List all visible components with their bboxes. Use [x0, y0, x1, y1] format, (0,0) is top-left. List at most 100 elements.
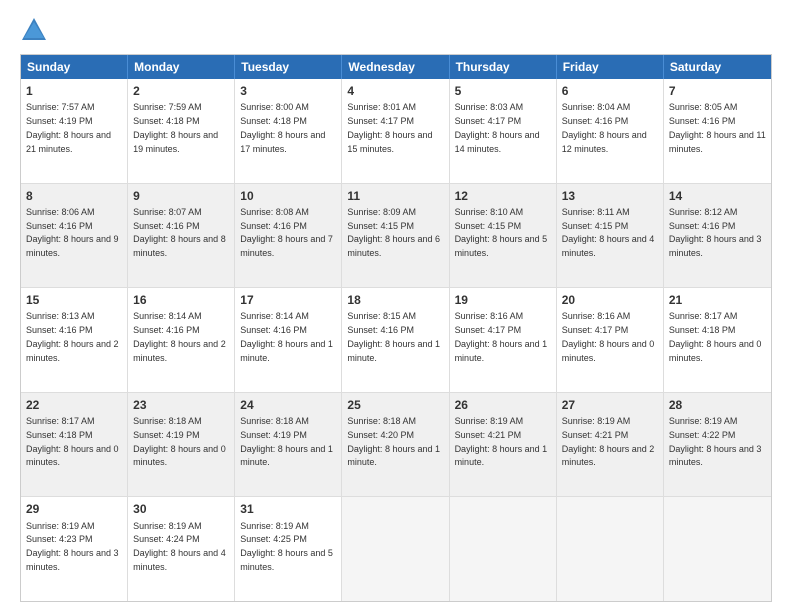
cell-info: Sunrise: 8:11 AMSunset: 4:15 PMDaylight:… — [562, 207, 655, 258]
cell-info: Sunrise: 8:08 AMSunset: 4:16 PMDaylight:… — [240, 207, 333, 258]
calendar-week: 29Sunrise: 8:19 AMSunset: 4:23 PMDayligh… — [21, 496, 771, 601]
calendar-cell: 1 Sunrise: 7:57 AMSunset: 4:19 PMDaylight… — [21, 79, 128, 183]
logo — [20, 16, 52, 44]
cell-info: Sunrise: 8:19 AMSunset: 4:24 PMDaylight:… — [133, 521, 226, 572]
day-number: 23 — [133, 397, 229, 413]
calendar-cell: 21 Sunrise: 8:17 AMSunset: 4:18 PMDayligh… — [664, 288, 771, 392]
cell-info: Sunrise: 8:15 AMSunset: 4:16 PMDaylight:… — [347, 311, 440, 362]
logo-icon — [20, 16, 48, 44]
day-number: 16 — [133, 292, 229, 308]
cell-info: Sunrise: 8:17 AMSunset: 4:18 PMDaylight:… — [26, 416, 119, 467]
day-number: 6 — [562, 83, 658, 99]
cell-info: Sunrise: 8:16 AMSunset: 4:17 PMDaylight:… — [455, 311, 548, 362]
day-number: 2 — [133, 83, 229, 99]
cell-info: Sunrise: 8:06 AMSunset: 4:16 PMDaylight:… — [26, 207, 119, 258]
day-number: 3 — [240, 83, 336, 99]
calendar-cell: 6 Sunrise: 8:04 AMSunset: 4:16 PMDaylight… — [557, 79, 664, 183]
cell-info: Sunrise: 8:14 AMSunset: 4:16 PMDaylight:… — [133, 311, 226, 362]
day-number: 5 — [455, 83, 551, 99]
day-number: 7 — [669, 83, 766, 99]
cell-info: Sunrise: 8:18 AMSunset: 4:20 PMDaylight:… — [347, 416, 440, 467]
calendar-header: SundayMondayTuesdayWednesdayThursdayFrid… — [21, 55, 771, 79]
day-number: 1 — [26, 83, 122, 99]
day-number: 24 — [240, 397, 336, 413]
calendar-cell: 29Sunrise: 8:19 AMSunset: 4:23 PMDayligh… — [21, 497, 128, 601]
calendar-cell: 25 Sunrise: 8:18 AMSunset: 4:20 PMDayligh… — [342, 393, 449, 497]
calendar-cell: 9 Sunrise: 8:07 AMSunset: 4:16 PMDaylight… — [128, 184, 235, 288]
calendar-week: 1 Sunrise: 7:57 AMSunset: 4:19 PMDaylight… — [21, 79, 771, 183]
day-number: 10 — [240, 188, 336, 204]
cell-info: Sunrise: 8:13 AMSunset: 4:16 PMDaylight:… — [26, 311, 119, 362]
day-number: 30 — [133, 501, 229, 517]
calendar-cell: 5 Sunrise: 8:03 AMSunset: 4:17 PMDaylight… — [450, 79, 557, 183]
cell-info: Sunrise: 8:19 AMSunset: 4:21 PMDaylight:… — [562, 416, 655, 467]
calendar-cell: 11Sunrise: 8:09 AMSunset: 4:15 PMDayligh… — [342, 184, 449, 288]
calendar-cell: 4 Sunrise: 8:01 AMSunset: 4:17 PMDaylight… — [342, 79, 449, 183]
cell-info: Sunrise: 8:12 AMSunset: 4:16 PMDaylight:… — [669, 207, 762, 258]
calendar-cell: 26Sunrise: 8:19 AMSunset: 4:21 PMDayligh… — [450, 393, 557, 497]
calendar-cell: 13 Sunrise: 8:11 AMSunset: 4:15 PMDayligh… — [557, 184, 664, 288]
calendar-cell: 20 Sunrise: 8:16 AMSunset: 4:17 PMDayligh… — [557, 288, 664, 392]
calendar-cell: 19 Sunrise: 8:16 AMSunset: 4:17 PMDayligh… — [450, 288, 557, 392]
day-number: 8 — [26, 188, 122, 204]
cell-info: Sunrise: 8:16 AMSunset: 4:17 PMDaylight:… — [562, 311, 655, 362]
cell-info: Sunrise: 8:19 AMSunset: 4:22 PMDaylight:… — [669, 416, 762, 467]
day-number: 31 — [240, 501, 336, 517]
cell-info: Sunrise: 8:18 AMSunset: 4:19 PMDaylight:… — [240, 416, 333, 467]
cell-info: Sunrise: 8:17 AMSunset: 4:18 PMDaylight:… — [669, 311, 762, 362]
calendar-cell: 8 Sunrise: 8:06 AMSunset: 4:16 PMDaylight… — [21, 184, 128, 288]
calendar-week: 22 Sunrise: 8:17 AMSunset: 4:18 PMDayligh… — [21, 392, 771, 497]
cell-info: Sunrise: 8:04 AMSunset: 4:16 PMDaylight:… — [562, 102, 647, 153]
calendar-cell: 2 Sunrise: 7:59 AMSunset: 4:18 PMDaylight… — [128, 79, 235, 183]
calendar-cell: 16 Sunrise: 8:14 AMSunset: 4:16 PMDayligh… — [128, 288, 235, 392]
calendar-cell — [557, 497, 664, 601]
calendar-body: 1 Sunrise: 7:57 AMSunset: 4:19 PMDaylight… — [21, 79, 771, 601]
calendar-header-cell: Monday — [128, 55, 235, 79]
calendar-cell: 24 Sunrise: 8:18 AMSunset: 4:19 PMDayligh… — [235, 393, 342, 497]
calendar-cell: 12Sunrise: 8:10 AMSunset: 4:15 PMDayligh… — [450, 184, 557, 288]
cell-info: Sunrise: 8:00 AMSunset: 4:18 PMDaylight:… — [240, 102, 325, 153]
calendar-header-cell: Tuesday — [235, 55, 342, 79]
day-number: 4 — [347, 83, 443, 99]
day-number: 14 — [669, 188, 766, 204]
day-number: 28 — [669, 397, 766, 413]
calendar-week: 15 Sunrise: 8:13 AMSunset: 4:16 PMDayligh… — [21, 287, 771, 392]
cell-info: Sunrise: 8:14 AMSunset: 4:16 PMDaylight:… — [240, 311, 333, 362]
calendar-cell — [342, 497, 449, 601]
calendar-cell: 10 Sunrise: 8:08 AMSunset: 4:16 PMDayligh… — [235, 184, 342, 288]
day-number: 25 — [347, 397, 443, 413]
calendar-cell: 30 Sunrise: 8:19 AMSunset: 4:24 PMDayligh… — [128, 497, 235, 601]
calendar-cell — [664, 497, 771, 601]
day-number: 20 — [562, 292, 658, 308]
day-number: 13 — [562, 188, 658, 204]
cell-info: Sunrise: 7:59 AMSunset: 4:18 PMDaylight:… — [133, 102, 218, 153]
day-number: 9 — [133, 188, 229, 204]
calendar-cell: 17Sunrise: 8:14 AMSunset: 4:16 PMDayligh… — [235, 288, 342, 392]
calendar-cell: 18 Sunrise: 8:15 AMSunset: 4:16 PMDayligh… — [342, 288, 449, 392]
calendar-cell: 27Sunrise: 8:19 AMSunset: 4:21 PMDayligh… — [557, 393, 664, 497]
calendar-cell: 3 Sunrise: 8:00 AMSunset: 4:18 PMDaylight… — [235, 79, 342, 183]
calendar-header-cell: Thursday — [450, 55, 557, 79]
day-number: 12 — [455, 188, 551, 204]
calendar-header-cell: Sunday — [21, 55, 128, 79]
day-number: 19 — [455, 292, 551, 308]
day-number: 18 — [347, 292, 443, 308]
cell-info: Sunrise: 7:57 AMSunset: 4:19 PMDaylight:… — [26, 102, 111, 153]
calendar-cell — [450, 497, 557, 601]
calendar-cell: 28 Sunrise: 8:19 AMSunset: 4:22 PMDayligh… — [664, 393, 771, 497]
calendar-cell: 14 Sunrise: 8:12 AMSunset: 4:16 PMDayligh… — [664, 184, 771, 288]
cell-info: Sunrise: 8:19 AMSunset: 4:23 PMDaylight:… — [26, 521, 119, 572]
cell-info: Sunrise: 8:05 AMSunset: 4:16 PMDaylight:… — [669, 102, 766, 153]
header — [20, 16, 772, 44]
calendar-header-cell: Friday — [557, 55, 664, 79]
cell-info: Sunrise: 8:03 AMSunset: 4:17 PMDaylight:… — [455, 102, 540, 153]
page: SundayMondayTuesdayWednesdayThursdayFrid… — [0, 0, 792, 612]
cell-info: Sunrise: 8:01 AMSunset: 4:17 PMDaylight:… — [347, 102, 432, 153]
calendar-cell: 15 Sunrise: 8:13 AMSunset: 4:16 PMDayligh… — [21, 288, 128, 392]
day-number: 21 — [669, 292, 766, 308]
day-number: 26 — [455, 397, 551, 413]
day-number: 15 — [26, 292, 122, 308]
cell-info: Sunrise: 8:07 AMSunset: 4:16 PMDaylight:… — [133, 207, 226, 258]
cell-info: Sunrise: 8:19 AMSunset: 4:25 PMDaylight:… — [240, 521, 333, 572]
day-number: 22 — [26, 397, 122, 413]
